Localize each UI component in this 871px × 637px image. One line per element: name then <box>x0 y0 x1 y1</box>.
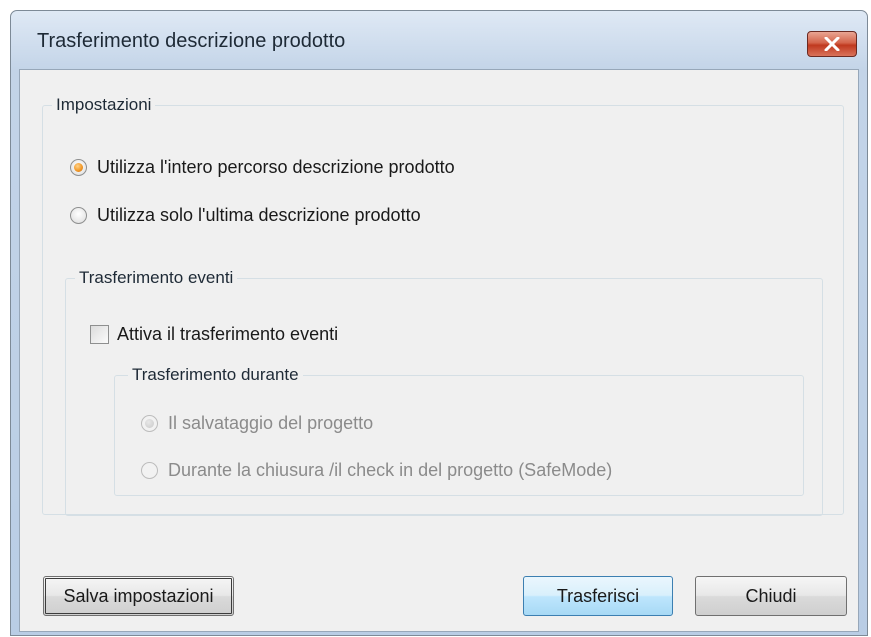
radio-full-path-label: Utilizza l'intero percorso descrizione p… <box>97 157 455 177</box>
events-legend: Trasferimento eventi <box>79 268 234 287</box>
transfer-during-legend: Trasferimento durante <box>132 365 299 384</box>
radio-last-only[interactable]: Utilizza solo l'ultima descrizione prodo… <box>70 205 421 226</box>
radio-on-close[interactable]: Durante la chiusura /il check in del pro… <box>141 460 612 481</box>
radio-button[interactable] <box>70 207 87 224</box>
transfer-button[interactable]: Trasferisci <box>523 576 673 616</box>
radio-button-checked[interactable] <box>70 159 87 176</box>
radio-button-disabled[interactable] <box>141 462 158 479</box>
radio-on-save[interactable]: Il salvataggio del progetto <box>141 413 373 434</box>
close-x-icon <box>824 37 840 51</box>
radio-full-path[interactable]: Utilizza l'intero percorso descrizione p… <box>70 157 455 178</box>
settings-legend: Impostazioni <box>56 95 152 114</box>
enable-events-label: Attiva il trasferimento eventi <box>117 324 339 344</box>
title-bar[interactable]: Trasferimento descrizione prodotto <box>11 11 867 69</box>
radio-on-close-label: Durante la chiusura /il check in del pro… <box>168 460 613 480</box>
radio-on-save-label: Il salvataggio del progetto <box>168 413 374 433</box>
dialog-window: Trasferimento descrizione prodotto Impos… <box>10 10 868 636</box>
checkbox-box[interactable] <box>90 325 109 344</box>
close-window-button[interactable] <box>807 31 857 57</box>
radio-last-only-label: Utilizza solo l'ultima descrizione prodo… <box>97 205 421 225</box>
enable-events-checkbox[interactable]: Attiva il trasferimento eventi <box>90 324 338 345</box>
dialog-title: Trasferimento descrizione prodotto <box>37 30 346 52</box>
radio-button-checked-disabled[interactable] <box>141 415 158 432</box>
save-settings-button[interactable]: Salva impostazioni <box>43 576 234 616</box>
close-button[interactable]: Chiudi <box>695 576 847 616</box>
dialog-body: Impostazioni Utilizza l'intero percorso … <box>19 69 859 632</box>
